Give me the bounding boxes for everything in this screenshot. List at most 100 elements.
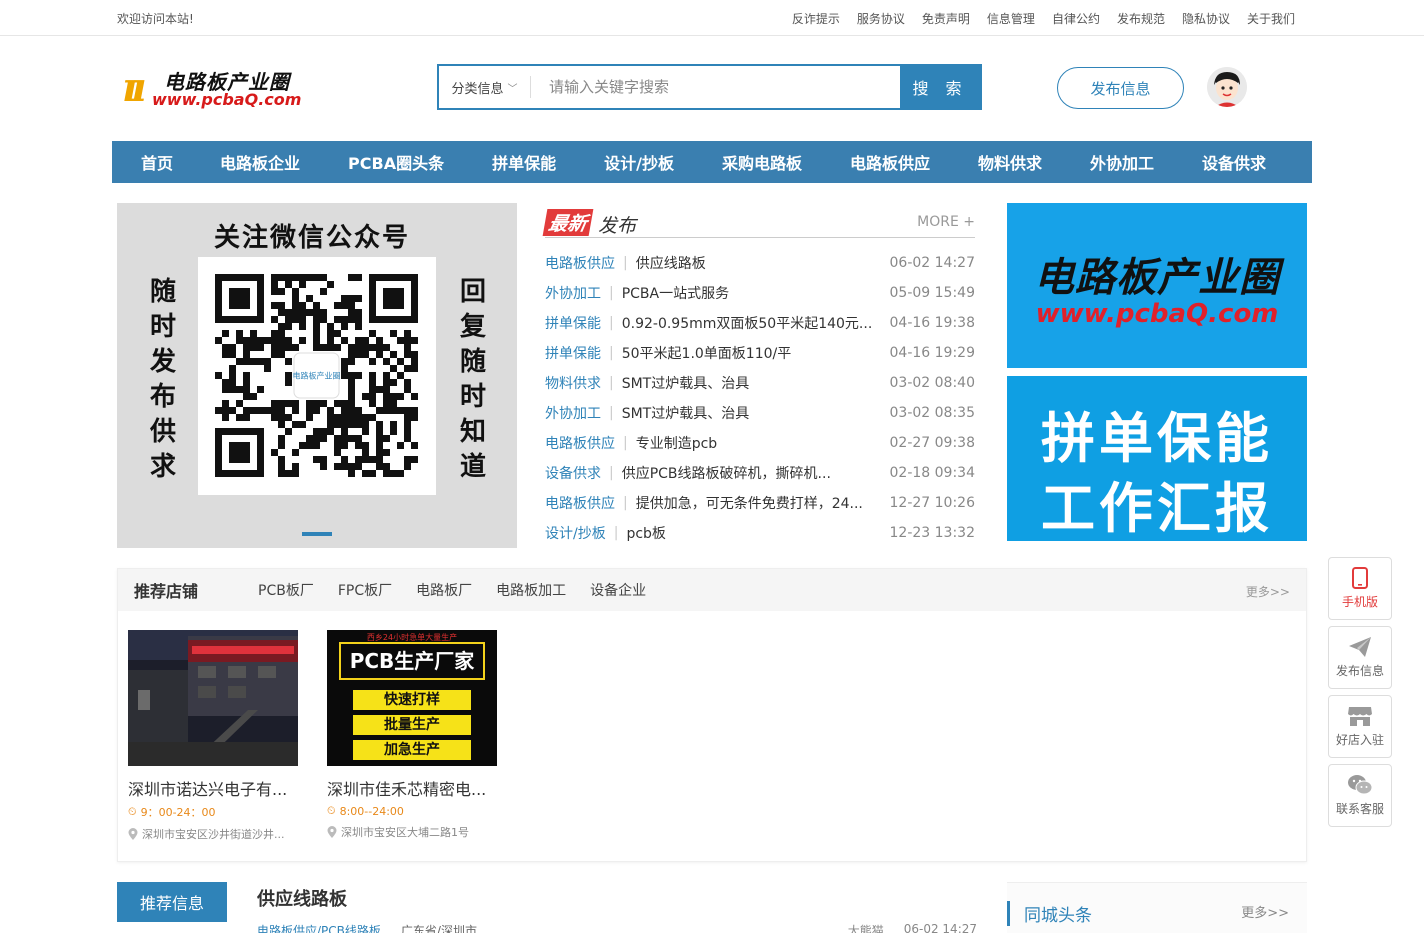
post-title[interactable]: SMT过炉载具、治具 <box>622 403 884 423</box>
shop-name[interactable]: 深圳市诺达兴电子有... <box>128 776 298 800</box>
post-title[interactable]: 专业制造pcb <box>636 433 884 453</box>
post-category[interactable]: 外协加工 <box>545 283 601 303</box>
post-title[interactable]: 提供加急，可无条件免费打样，24... <box>636 493 884 513</box>
shop-name[interactable]: 深圳市佳禾芯精密电... <box>327 776 497 800</box>
site-logo[interactable]: ıı 电路板产业圈 www.pcbaQ.com <box>122 66 322 110</box>
post-title[interactable]: 50平米起1.0单面板110/平 <box>622 343 884 363</box>
link-service-agreement[interactable]: 服务协议 <box>857 10 905 27</box>
ad-banner-brand[interactable]: 电路板产业圈 www.pcbaQ.com <box>1007 203 1307 368</box>
recommended-post-title[interactable]: 供应线路板 <box>257 885 347 911</box>
latest-tag: 最新 <box>542 209 594 236</box>
list-item[interactable]: 拼单保能 | 0.92-0.95mm双面板50平米起140元... 04-16 19:… <box>545 308 975 338</box>
list-item[interactable]: 设计/抄板 | pcb板 12-23 13:32 <box>545 518 975 548</box>
post-title[interactable]: pcb板 <box>626 523 883 543</box>
post-category[interactable]: 拼单保能 <box>545 343 601 363</box>
list-item[interactable]: 电路板供应 | 提供加急，可无条件免费打样，24... 12-27 10:26 <box>545 488 975 518</box>
city-headlines-more[interactable]: 更多>> <box>1241 902 1289 921</box>
nav-pcba-news[interactable]: PCBA圈头条 <box>348 150 444 174</box>
post-category[interactable]: 设备供求 <box>545 463 601 483</box>
avatar-icon <box>1207 67 1247 107</box>
post-date: 03-02 08:35 <box>889 405 975 421</box>
store-icon <box>1348 707 1372 726</box>
wechat-icon <box>1348 775 1373 795</box>
top-links: 反诈提示 服务协议 免责声明 信息管理 自律公约 发布规范 隐私协议 关于我们 <box>792 10 1295 27</box>
list-item[interactable]: 电路板供应 | 专业制造pcb 02-27 09:38 <box>545 428 975 458</box>
nav-supply[interactable]: 电路板供应 <box>850 150 930 174</box>
link-self-discipline[interactable]: 自律公约 <box>1052 10 1100 27</box>
post-category[interactable]: 外协加工 <box>545 403 601 423</box>
shop-address-text: 深圳市宝安区沙井街道沙井... <box>142 828 285 841</box>
tab-fpc[interactable]: FPC板厂 <box>338 580 392 600</box>
tab-pcb[interactable]: PCB板厂 <box>258 580 314 600</box>
post-date: 05-09 15:49 <box>889 285 975 301</box>
qr-center-logo: 电路板产业圈 <box>293 371 341 381</box>
nav-home[interactable]: 首页 <box>141 150 173 174</box>
post-category[interactable]: 电路板供应 <box>545 493 615 513</box>
nav-purchase[interactable]: 采购电路板 <box>722 150 802 174</box>
post-title[interactable]: SMT过炉载具、治具 <box>622 373 884 393</box>
shop-photo[interactable]: 西乡24小时急单大量生产 PCB生产厂家 快速打样 批量生产 加急生产 <box>327 630 497 766</box>
list-item[interactable]: 电路板供应 | 供应线路板 06-02 14:27 <box>545 248 975 278</box>
location-pin-icon <box>327 826 337 838</box>
shops-more-link[interactable]: 更多>> <box>1246 583 1290 600</box>
post-category[interactable]: 物料供求 <box>545 373 601 393</box>
post-title[interactable]: PCBA一站式服务 <box>622 283 884 303</box>
post-category[interactable]: 电路板供应 <box>545 433 615 453</box>
recommended-post-category[interactable]: 电路板供应/PCB线路板 <box>257 922 381 933</box>
float-publish-button[interactable]: 发布信息 <box>1328 626 1392 689</box>
link-disclaimer[interactable]: 免责声明 <box>922 10 970 27</box>
recommended-post-date: 06-02 14:27 <box>903 922 977 933</box>
clock-icon: ⏲ <box>128 805 137 818</box>
qr-banner-right-text: 回复随时知道 <box>459 277 486 482</box>
link-about[interactable]: 关于我们 <box>1247 10 1295 27</box>
shop-card[interactable]: 西乡24小时急单大量生产 PCB生产厂家 快速打样 批量生产 加急生产 深圳市佳… <box>327 630 497 840</box>
tab-processing[interactable]: 电路板加工 <box>496 580 566 600</box>
ad-banner-report[interactable]: 拼单保能 工作汇报 <box>1007 376 1307 541</box>
carousel-indicator[interactable] <box>302 532 332 536</box>
post-title[interactable]: 供应PCB线路板破碎机，撕碎机... <box>622 463 884 483</box>
shop-photo[interactable] <box>128 630 298 766</box>
shop-address: 深圳市宝安区沙井街道沙井... <box>128 826 298 842</box>
search-input[interactable] <box>531 66 900 108</box>
user-avatar[interactable] <box>1207 67 1247 107</box>
post-title[interactable]: 0.92-0.95mm双面板50平米起140元... <box>622 313 884 333</box>
shop-card[interactable]: 深圳市诺达兴电子有... ⏲ 9：00-24：00 深圳市宝安区沙井街道沙井..… <box>128 630 298 842</box>
nav-design[interactable]: 设计/抄板 <box>604 150 674 174</box>
link-privacy[interactable]: 隐私协议 <box>1182 10 1230 27</box>
list-item[interactable]: 拼单保能 | 50平米起1.0单面板110/平 04-16 19:29 <box>545 338 975 368</box>
list-item[interactable]: 设备供求 | 供应PCB线路板破碎机，撕碎机... 02-18 09:34 <box>545 458 975 488</box>
post-category[interactable]: 设计/抄板 <box>545 523 606 543</box>
list-item[interactable]: 外协加工 | SMT过炉载具、治具 03-02 08:35 <box>545 398 975 428</box>
post-category[interactable]: 电路板供应 <box>545 253 615 273</box>
link-anti-fraud[interactable]: 反诈提示 <box>792 10 840 27</box>
tab-circuit-board[interactable]: 电路板厂 <box>416 580 472 600</box>
list-item[interactable]: 外协加工 | PCBA一站式服务 05-09 15:49 <box>545 278 975 308</box>
qr-banner-left-text: 随时发布供求 <box>149 277 176 482</box>
nav-group-buy[interactable]: 拼单保能 <box>492 150 556 174</box>
recommended-info-button[interactable]: 推荐信息 <box>117 882 227 922</box>
city-headlines: 同城头条 更多>> <box>1007 882 1307 933</box>
search-button[interactable]: 搜 索 <box>900 66 980 108</box>
post-category[interactable]: 拼单保能 <box>545 313 601 333</box>
tab-equipment[interactable]: 设备企业 <box>590 580 646 600</box>
search-category-select[interactable]: 分类信息 ﹀ <box>439 76 531 98</box>
float-contact-button[interactable]: 联系客服 <box>1328 764 1392 827</box>
post-date: 06-02 14:27 <box>889 255 975 271</box>
nav-equipment[interactable]: 设备供求 <box>1202 150 1266 174</box>
list-item[interactable]: 物料供求 | SMT过炉载具、治具 03-02 08:40 <box>545 368 975 398</box>
float-mobile-button[interactable]: 手机版 <box>1328 557 1392 620</box>
post-date: 02-27 09:38 <box>889 435 975 451</box>
publish-info-button[interactable]: 发布信息 <box>1057 67 1184 109</box>
wechat-qr-banner[interactable]: 关注微信公众号 随时发布供求 回复随时知道 电路板产业圈 <box>117 203 517 548</box>
recommended-post-user: 大熊猫 <box>847 924 884 933</box>
link-info-manage[interactable]: 信息管理 <box>987 10 1035 27</box>
post-date: 03-02 08:40 <box>889 375 975 391</box>
latest-more-link[interactable]: MORE + <box>917 214 975 230</box>
float-shop-join-button[interactable]: 好店入驻 <box>1328 695 1392 758</box>
nav-outsourcing[interactable]: 外协加工 <box>1090 150 1154 174</box>
floating-sidebar: 手机版 发布信息 好店入驻 联系客服 <box>1328 557 1392 833</box>
nav-companies[interactable]: 电路板企业 <box>220 150 300 174</box>
nav-materials[interactable]: 物料供求 <box>978 150 1042 174</box>
link-publish-rules[interactable]: 发布规范 <box>1117 10 1165 27</box>
post-title[interactable]: 供应线路板 <box>636 253 884 273</box>
